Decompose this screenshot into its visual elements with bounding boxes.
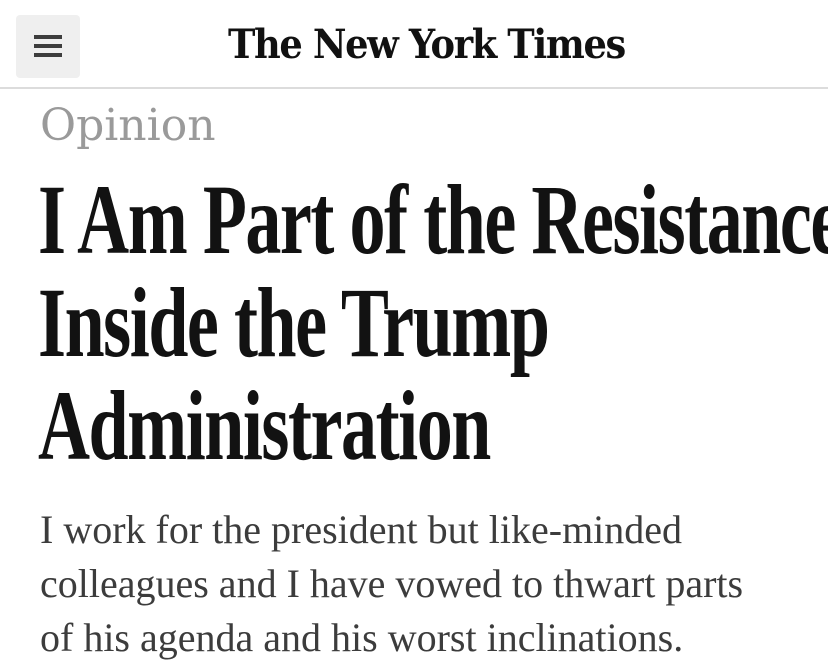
headline-line: I Am Part of the Resistance (38, 164, 828, 275)
article-page: The New York Times Opinion I Am Part of … (0, 0, 828, 668)
header-divider (0, 87, 828, 89)
hamburger-bar (34, 35, 62, 39)
summary-line: I work for the president but like-minded (40, 507, 683, 552)
summary-line: colleagues and I have vowed to thwart pa… (40, 561, 744, 606)
hamburger-bar (34, 44, 62, 48)
site-header: The New York Times (0, 0, 828, 89)
headline-line: Administration (38, 370, 491, 481)
article-headline: I Am Part of the Resistance Inside the T… (38, 164, 828, 481)
menu-button[interactable] (16, 15, 80, 78)
hamburger-bar (34, 53, 62, 57)
masthead-logo[interactable]: The New York Times (228, 16, 626, 74)
summary-line: of his agenda and his worst inclinations… (40, 615, 684, 660)
article-summary: I work for the president but like-minded… (40, 503, 820, 665)
hamburger-menu-icon (34, 35, 62, 57)
headline-line: Inside the Trump (38, 267, 550, 378)
section-label[interactable]: Opinion (40, 98, 216, 154)
